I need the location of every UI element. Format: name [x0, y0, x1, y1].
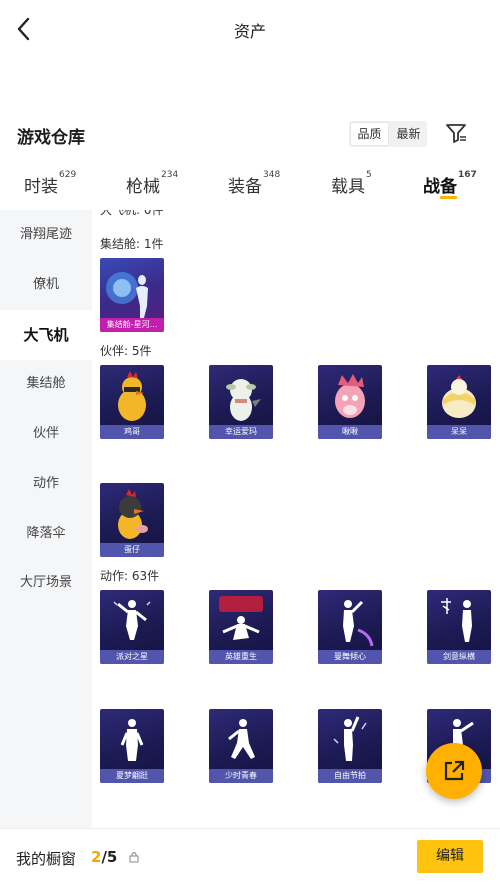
item-card[interactable]: 英雄重生: [209, 590, 273, 664]
item-card[interactable]: 夏梦翩跹: [100, 709, 164, 783]
sort-quality-button[interactable]: 品质: [350, 122, 389, 146]
tab-combat-prep[interactable]: 战备167: [423, 170, 477, 197]
item-card[interactable]: 蛋仔: [100, 483, 164, 557]
item-label: 呆呆: [427, 425, 491, 439]
item-card[interactable]: 自由节拍: [318, 709, 382, 783]
item-card[interactable]: 啾啾: [318, 365, 382, 439]
item-label: 自由节拍: [318, 769, 382, 783]
lock-icon: [129, 852, 139, 863]
filter-icon[interactable]: [444, 121, 468, 145]
group-title-plane: 大飞机: 0件: [100, 210, 164, 217]
tab-vehicles[interactable]: 载具5: [331, 170, 372, 197]
sidebar-item-lobby-scene[interactable]: 大厅场景: [0, 558, 92, 608]
item-card[interactable]: 集结舱-星河...: [100, 258, 164, 332]
item-label: 鸡哥: [100, 425, 164, 439]
sidebar-item-wingman[interactable]: 僚机: [0, 260, 92, 310]
sidebar-item-emote[interactable]: 动作: [0, 459, 92, 509]
item-label: 少时青春: [209, 769, 273, 783]
item-label: 啾啾: [318, 425, 382, 439]
edit-button[interactable]: 编辑: [417, 840, 483, 873]
sidebar-item-pod[interactable]: 集结舱: [0, 359, 92, 409]
category-tabs: 时装629 枪械234 装备348 载具5 战备167: [0, 158, 500, 210]
item-label: 集结舱-星河...: [100, 318, 164, 332]
warehouse-header: 游戏仓库 品质 最新: [0, 115, 500, 155]
section-title: 游戏仓库: [17, 128, 85, 148]
page-title: 资产: [233, 22, 266, 41]
sidebar-item-companion[interactable]: 伙伴: [0, 409, 92, 459]
item-label: 剑意纵横: [427, 650, 491, 664]
item-card[interactable]: 派对之星: [100, 590, 164, 664]
tab-equipment[interactable]: 装备348: [228, 170, 280, 197]
share-button[interactable]: [426, 743, 482, 799]
item-label: 幸运爱玛: [209, 425, 273, 439]
top-bar: 资产: [0, 0, 500, 60]
tab-guns[interactable]: 枪械234: [126, 170, 178, 197]
item-label: 曼舞倾心: [318, 650, 382, 664]
tab-fashion[interactable]: 时装629: [24, 170, 76, 197]
sidebar-item-plane[interactable]: 大飞机: [0, 310, 92, 360]
assets-screen: 资产 游戏仓库 品质 最新 时装629 枪械234 装备348 载具5 战备16…: [0, 0, 500, 885]
item-card[interactable]: 鸡哥: [100, 365, 164, 439]
external-link-icon: [444, 760, 465, 781]
item-card[interactable]: 曼舞倾心: [318, 590, 382, 664]
showcase-bar: 我的橱窗 2/5 编辑: [0, 828, 500, 885]
item-label: 英雄重生: [209, 650, 273, 664]
item-card[interactable]: 幸运爱玛: [209, 365, 273, 439]
item-label: 蛋仔: [100, 543, 164, 557]
item-card[interactable]: 呆呆: [427, 365, 491, 439]
item-label: 派对之星: [100, 650, 164, 664]
showcase-count: 2/5: [91, 848, 118, 866]
sort-newest-button[interactable]: 最新: [390, 121, 427, 147]
sort-toggle: 品质 最新: [349, 121, 427, 147]
group-title-emote: 动作: 63件: [100, 569, 160, 583]
sidebar: 滑翔尾迹 僚机 大飞机 集结舱 伙伴 动作 降落伞 大厅场景: [0, 210, 92, 828]
group-title-companion: 伙伴: 5件: [100, 344, 152, 358]
item-grid: 大飞机: 0件 集结舱: 1件 集结舱-星河... 伙伴: 5件 鸡哥 幸运爱玛…: [92, 210, 500, 828]
showcase-label: 我的橱窗: [16, 850, 77, 868]
sidebar-item-parachute[interactable]: 降落伞: [0, 509, 92, 559]
sidebar-item-glide-trail[interactable]: 滑翔尾迹: [0, 210, 92, 260]
item-card[interactable]: 剑意纵横: [427, 590, 491, 664]
item-label: 夏梦翩跹: [100, 769, 164, 783]
item-card[interactable]: 少时青春: [209, 709, 273, 783]
group-title-pod: 集结舱: 1件: [100, 237, 164, 251]
active-tab-indicator: [440, 196, 457, 199]
